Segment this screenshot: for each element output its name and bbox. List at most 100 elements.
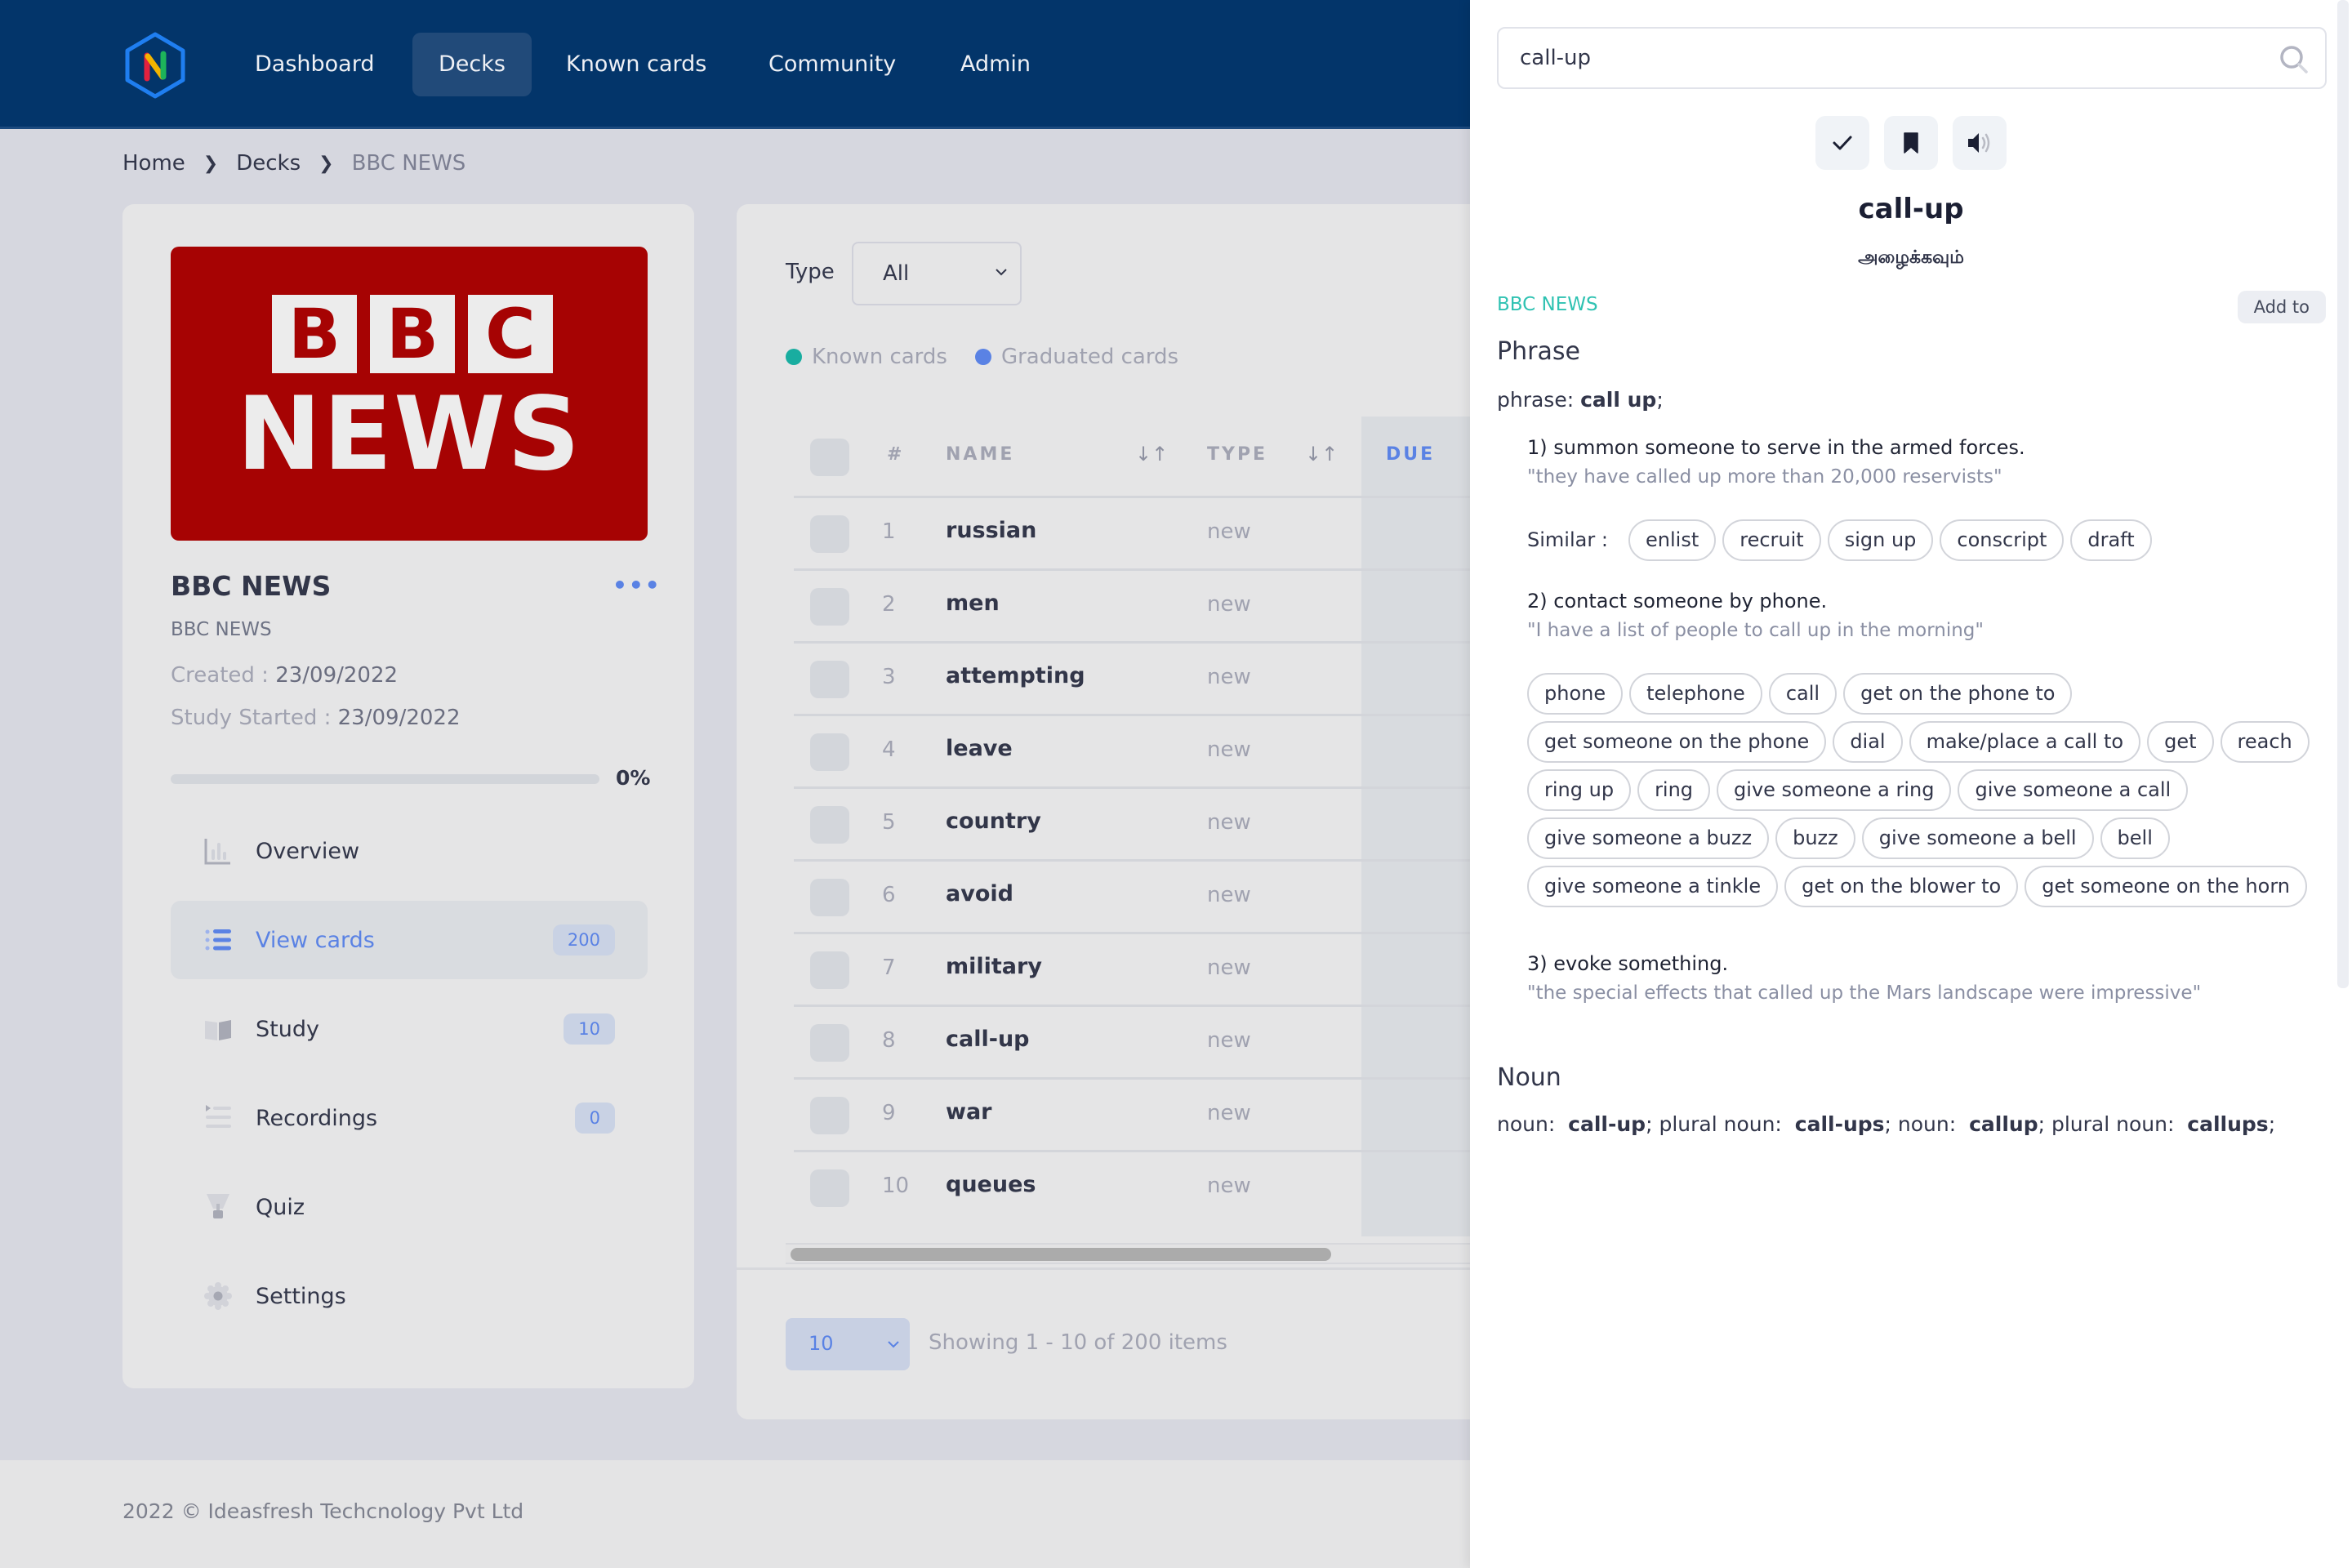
table-row[interactable]: 8 call-up new (794, 1007, 1553, 1080)
similar-word-chip[interactable]: telephone (1629, 673, 1762, 715)
row-checkbox[interactable] (810, 879, 849, 916)
similar-word-chip[interactable]: conscript (1940, 519, 2065, 561)
table-row[interactable]: 7 military new (794, 934, 1553, 1007)
row-checkbox[interactable] (810, 1024, 849, 1062)
row-checkbox[interactable] (810, 1169, 849, 1207)
nav-known-cards[interactable]: Known cards (540, 33, 733, 96)
similar-word-chip[interactable]: get someone on the horn (2025, 866, 2307, 907)
word-title: call-up (1858, 193, 1964, 225)
nav-community[interactable]: Community (742, 33, 922, 96)
similar-word-chip[interactable]: give someone a ring (1717, 769, 1952, 811)
card-name[interactable]: call-up (946, 1027, 1030, 1052)
table-row[interactable]: 6 avoid new (794, 862, 1553, 934)
similar-word-chip[interactable]: phone (1527, 673, 1624, 715)
card-name[interactable]: leave (946, 736, 1013, 761)
menu-view-cards[interactable]: View cards 200 (171, 901, 648, 979)
similar-word-chip[interactable]: enlist (1628, 519, 1717, 561)
menu-quiz[interactable]: Quiz (171, 1168, 648, 1246)
pronounce-button[interactable] (1953, 116, 2007, 170)
similar-word-chip[interactable]: get on the blower to (1784, 866, 2019, 907)
search-icon[interactable] (2278, 43, 2310, 76)
table-row[interactable]: 4 leave new (794, 716, 1553, 789)
similar-word-chip[interactable]: get on the phone to (1843, 673, 2073, 715)
similar-word-chip[interactable]: give someone a call (1958, 769, 2189, 811)
type-filter-select[interactable]: All (852, 242, 1022, 305)
similar-word-chip[interactable]: dial (1833, 721, 1903, 763)
row-checkbox[interactable] (810, 733, 849, 771)
row-checkbox[interactable] (810, 588, 849, 626)
similar-word-chip[interactable]: buzz (1775, 817, 1855, 859)
add-to-button[interactable]: Add to (2237, 291, 2326, 323)
sort-icon[interactable]: ↓↑ (1305, 443, 1338, 466)
menu-recordings[interactable]: Recordings 0 (171, 1079, 648, 1157)
similar-word-chip[interactable]: ring up (1527, 769, 1632, 811)
similar-word-chip[interactable]: draft (2070, 519, 2152, 561)
nav-decks[interactable]: Decks (412, 33, 532, 96)
row-checkbox[interactable] (810, 1097, 849, 1134)
created-label: Created : (171, 663, 276, 688)
similar-word-chip[interactable]: recruit (1722, 519, 1821, 561)
similar-word-chip[interactable]: make/place a call to (1909, 721, 2141, 763)
scrollbar-thumb[interactable] (791, 1248, 1331, 1261)
sense-3-definition: 3) evoke something. (1527, 952, 1728, 975)
more-options-icon[interactable]: ••• (612, 572, 662, 599)
menu-label: Recordings (256, 1105, 378, 1131)
check-icon (1833, 136, 1852, 150)
similar-word-chip[interactable]: give someone a buzz (1527, 817, 1770, 859)
similar-word-chip[interactable]: ring (1637, 769, 1711, 811)
card-name[interactable]: country (946, 808, 1041, 834)
table-row[interactable]: 3 attempting new (794, 644, 1553, 716)
similar-word-chip[interactable]: bell (2100, 817, 2170, 859)
table-row[interactable]: 2 men new (794, 571, 1553, 644)
menu-study[interactable]: Study 10 (171, 990, 648, 1068)
row-checkbox[interactable] (810, 806, 849, 844)
col-name[interactable]: NAME (946, 444, 1014, 465)
similar-word-chip[interactable]: call (1768, 673, 1838, 715)
card-name[interactable]: military (946, 954, 1042, 979)
table-row[interactable]: 9 war new (794, 1080, 1553, 1152)
card-name[interactable]: war (946, 1099, 991, 1125)
col-due[interactable]: DUE (1386, 444, 1435, 465)
gear-icon (204, 1282, 232, 1310)
lightbulb-icon (207, 1194, 229, 1218)
vertical-scrollbar[interactable] (2337, 0, 2349, 988)
row-checkbox[interactable] (810, 661, 849, 698)
card-name[interactable]: avoid (946, 881, 1013, 906)
page-size-select[interactable]: 10 (786, 1318, 910, 1370)
nav-dashboard[interactable]: Dashboard (229, 33, 400, 96)
table-row[interactable]: 5 country new (794, 789, 1553, 862)
similar-word-chip[interactable]: get someone on the phone (1527, 721, 1827, 763)
breadcrumb-current: BBC NEWS (351, 151, 466, 176)
col-type[interactable]: TYPE (1207, 444, 1267, 465)
card-name[interactable]: russian (946, 518, 1036, 543)
horizontal-scrollbar[interactable] (786, 1243, 1553, 1264)
menu-settings[interactable]: Settings (171, 1257, 648, 1335)
breadcrumb-decks[interactable]: Decks (236, 151, 301, 176)
nav-admin[interactable]: Admin (934, 33, 1057, 96)
bookmark-button[interactable] (1884, 116, 1938, 170)
similar-word-chip[interactable]: give someone a bell (1861, 817, 2094, 859)
similar-word-chip[interactable]: sign up (1827, 519, 1934, 561)
table-row[interactable]: 1 russian new (794, 498, 1553, 571)
sense-1-example: "they have called up more than 20,000 re… (1527, 466, 2002, 488)
sort-icon[interactable]: ↓↑ (1135, 443, 1168, 466)
select-all-checkbox[interactable] (810, 439, 849, 476)
deck-tag-link[interactable]: BBC NEWS (1497, 294, 1598, 315)
legend-label: Graduated cards (1000, 345, 1179, 369)
similar-word-chip[interactable]: give someone a tinkle (1527, 866, 1779, 907)
card-name[interactable]: queues (946, 1172, 1036, 1197)
similar-word-chip[interactable]: reach (2220, 721, 2310, 763)
table-row[interactable]: 10 queues new (794, 1152, 1553, 1225)
breadcrumb-home[interactable]: Home (122, 151, 185, 176)
similar-word-chip[interactable]: get (2147, 721, 2214, 763)
row-checkbox[interactable] (810, 951, 849, 989)
card-name[interactable]: men (946, 590, 1000, 616)
menu-overview[interactable]: Overview (171, 812, 648, 890)
word-search-input[interactable] (1520, 29, 2238, 87)
card-type: new (1207, 1028, 1251, 1053)
noun-form-term: callups (2187, 1112, 2269, 1136)
card-name[interactable]: attempting (946, 663, 1085, 688)
mark-known-button[interactable] (1815, 116, 1869, 170)
row-checkbox[interactable] (810, 515, 849, 553)
app-logo[interactable] (121, 31, 189, 100)
